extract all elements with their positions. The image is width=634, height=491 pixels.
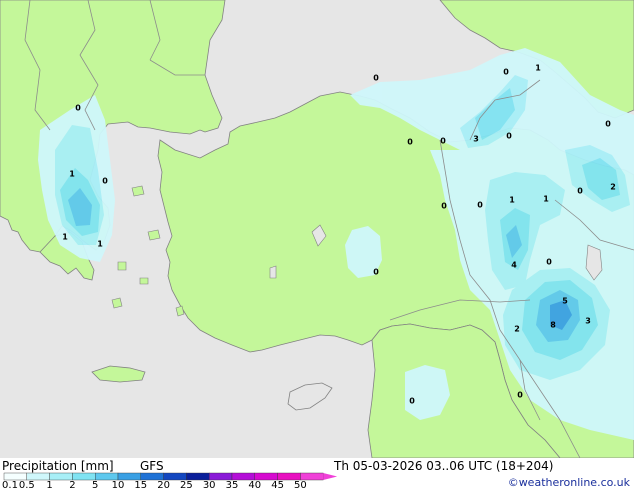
- colorbar-tick-label: 45: [271, 480, 284, 491]
- land-island-4: [139, 277, 149, 285]
- colorbar-tick-label: 30: [202, 480, 216, 491]
- value-label: 1: [69, 170, 75, 179]
- colorbar-tick-label: 25: [180, 480, 193, 491]
- colorbar-tick-label: 0.1: [2, 480, 18, 491]
- value-label: 3: [473, 135, 479, 144]
- value-label: 0: [407, 138, 413, 147]
- value-label: 2: [610, 183, 616, 192]
- colorbar-segment: [72, 472, 96, 481]
- value-label: 8: [550, 321, 556, 330]
- colorbar-segment: [117, 472, 141, 481]
- value-label: 0: [577, 187, 583, 196]
- colorbar-segment: [140, 472, 164, 481]
- land-island-5: [111, 297, 123, 309]
- value-label: 1: [543, 195, 549, 204]
- colorbar-tick-label: 10: [111, 480, 125, 491]
- land-island-3: [117, 261, 127, 271]
- colorbar-tick-label: 0.5: [18, 480, 35, 491]
- model-name: GFS: [140, 459, 164, 473]
- colorbar-tick-label: 40: [248, 480, 262, 491]
- colorbar-segment: [277, 472, 301, 481]
- colorbar-arrow: [323, 473, 338, 480]
- colorbar-segment: [49, 472, 73, 481]
- land-island-2: [147, 229, 161, 241]
- colorbar-tick-label: 35: [225, 480, 239, 491]
- colorbar-segment: [231, 472, 255, 481]
- value-label: 0: [373, 74, 379, 83]
- colorbar-segment: [163, 472, 187, 481]
- legend-title: Precipitation [mm]: [2, 459, 114, 473]
- colorbar-tick-label: 20: [157, 480, 170, 491]
- colorbar-tick-label: 2: [69, 480, 76, 491]
- value-label: 0: [605, 120, 611, 129]
- colorbar-segment: [300, 472, 324, 481]
- value-label: 0: [546, 258, 552, 267]
- value-label: 0: [441, 202, 447, 211]
- value-label: 3: [585, 317, 591, 326]
- credit-text: ©weatheronline.co.uk: [507, 476, 630, 489]
- value-label: 0: [373, 268, 379, 277]
- forecast-datetime: Th 05-03-2026 03..06 UTC (18+204): [334, 459, 554, 473]
- value-label: 1: [535, 64, 541, 73]
- colorbar-tick-label: 50: [294, 480, 307, 491]
- value-label: 5: [562, 297, 568, 306]
- value-label: 0: [503, 68, 509, 77]
- precipitation-map: 0 0 1 0 0 3 0 0 1 0 0 0 1 1 0 2 1 1 0 4 …: [0, 0, 634, 458]
- colorbar-segment: [3, 472, 27, 481]
- colorbar-segment: [26, 472, 50, 481]
- value-label: 0: [517, 391, 523, 400]
- colorbar-tick-label: 15: [134, 480, 148, 491]
- colorbar-segment: [186, 472, 210, 481]
- value-label: 0: [102, 177, 108, 186]
- value-label: 1: [62, 233, 68, 242]
- colorbar-segment: [254, 472, 278, 481]
- value-label: 1: [509, 196, 515, 205]
- value-label: 0: [75, 104, 81, 113]
- colorbar-tick-label: 5: [92, 480, 99, 491]
- legend-footer: Precipitation [mm] GFS Th 05-03-2026 03.…: [0, 458, 634, 491]
- land-island-1: [131, 185, 145, 197]
- colorbar-segment: [94, 472, 119, 481]
- value-label: 0: [506, 132, 512, 141]
- colorbar-segment: [208, 472, 233, 481]
- value-label: 2: [514, 325, 520, 334]
- colorbar-tick-label: 1: [46, 480, 53, 491]
- value-label: 0: [440, 137, 446, 146]
- value-label: 0: [477, 201, 483, 210]
- value-label: 1: [97, 240, 103, 249]
- value-label: 0: [409, 397, 415, 406]
- value-label: 4: [511, 261, 517, 270]
